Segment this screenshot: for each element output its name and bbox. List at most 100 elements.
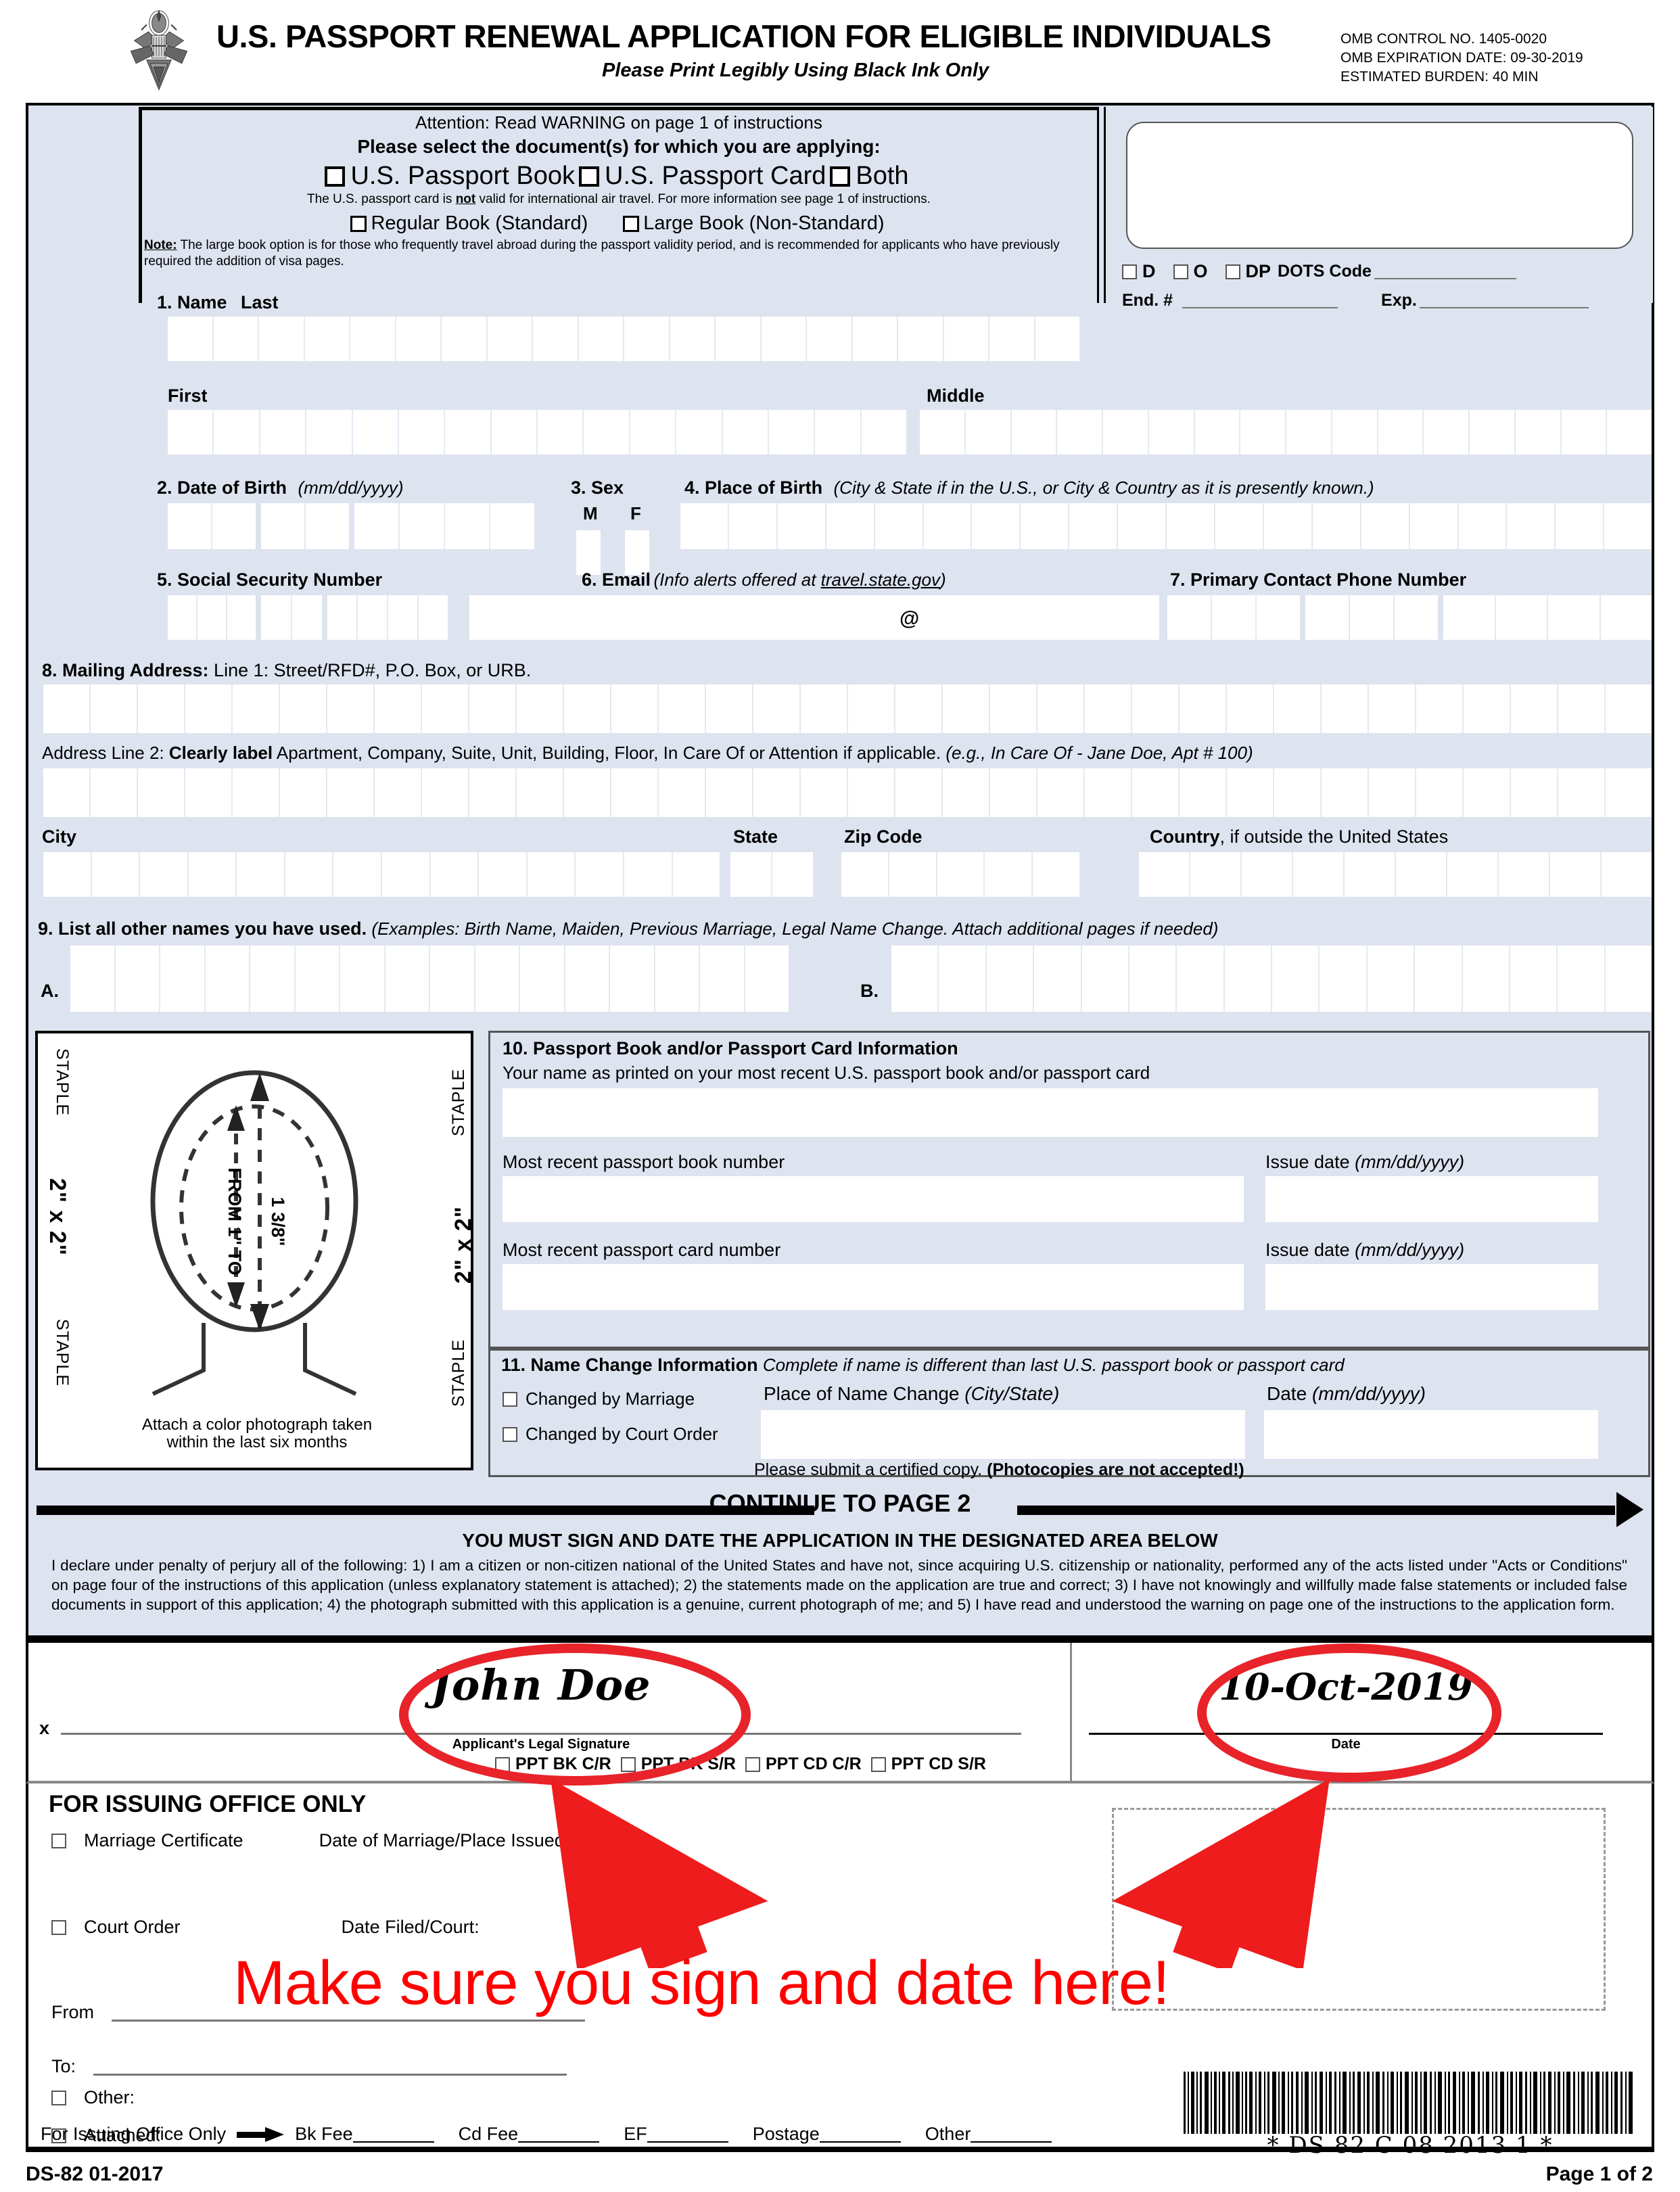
sex-female-box[interactable] [625,530,649,575]
declaration-text: I declare under penalty of perjury all o… [51,1557,1627,1613]
cd-fee-input[interactable] [518,2126,600,2143]
checkbox-marriage-certificate[interactable] [51,1833,66,1848]
card-note-emphasis: not [455,192,476,206]
estimated-burden: ESTIMATED BURDEN: 40 MIN [1340,69,1539,85]
card-number-input[interactable] [503,1264,1244,1310]
ssn-part2-input[interactable] [261,595,322,640]
ssn-part3-input[interactable] [327,595,448,640]
other-names-label: 9. List all other names you have used. (… [38,918,1218,939]
photo-caption: Attach a color photograph taken within t… [38,1416,476,1451]
checkbox-d[interactable] [1122,264,1137,279]
name-change-date-format: (mm/dd/yyyy) [1311,1383,1426,1404]
address-line1-input[interactable] [43,684,1652,733]
checkbox-passport-card[interactable] [579,166,600,187]
dob-label-group: 2. Date of Birth (mm/dd/yyyy) [157,477,403,498]
label-dp: DP [1245,261,1271,281]
card-issue-date-input[interactable] [1265,1264,1598,1310]
photo-size-left: 2" x 2" [45,1178,70,1256]
continue-to-page-2-text: CONTINUE TO PAGE 2 [709,1489,971,1517]
checkbox-changed-by-court-order[interactable] [503,1426,517,1442]
photo-caption-line2: within the last six months [166,1433,348,1451]
checkbox-other[interactable] [51,2090,66,2105]
to-input[interactable] [93,2058,567,2076]
email-hint-prefix: (Info alerts offered at [653,569,821,590]
other-name-b-input[interactable] [891,946,1652,1012]
checkbox-changed-by-marriage[interactable] [503,1391,517,1407]
sex-male-box[interactable] [576,530,601,575]
dob-month-input[interactable] [168,503,256,549]
checkbox-dp[interactable] [1225,264,1240,279]
continue-to-page-2-bar: CONTINUE TO PAGE 2 [37,1489,1643,1527]
place-of-name-change-input[interactable] [761,1410,1245,1459]
label-both: Both [856,162,909,190]
pob-input[interactable] [680,503,1652,549]
must-sign-notice: YOU MUST SIGN AND DATE THE APPLICATION I… [462,1530,1218,1551]
checkbox-both[interactable] [830,166,851,187]
checkbox-ppt-cd-sr[interactable] [870,1756,886,1772]
label-from: From [51,2002,94,2022]
dob-year-input[interactable] [354,503,534,549]
checkbox-regular-book[interactable] [350,215,367,232]
other-names-number: 9. List all other names you have used. [38,918,367,939]
name-change-date-label-group: Date (mm/dd/yyyy) [1267,1383,1426,1405]
great-seal-icon [130,9,188,91]
ssn-part1-input[interactable] [168,595,256,640]
dob-format-hint: (mm/dd/yyyy) [298,477,404,498]
phone-prefix-input[interactable] [1305,595,1438,640]
ssn-label: 5. Social Security Number [157,569,383,590]
zip-input[interactable] [841,852,1079,897]
other-name-a-input[interactable] [70,946,789,1012]
state-input[interactable] [730,852,813,897]
first-name-input[interactable] [168,410,906,454]
label-cd-fee: Cd Fee [458,2124,519,2144]
signature-x-marker: x [39,1718,50,1738]
last-name-input[interactable] [168,317,1079,361]
travel-state-gov-link[interactable]: travel.state.gov [821,569,940,590]
end-number-input[interactable] [1182,294,1338,308]
name-number-label: 1. Name [157,292,227,312]
dob-day-input[interactable] [261,503,349,549]
checkbox-passport-book[interactable] [325,166,346,187]
label-to: To: [51,2056,76,2076]
country-label: Country [1150,826,1220,847]
name-change-date-input[interactable] [1264,1410,1598,1459]
label-passport-card: U.S. Passport Card [605,162,826,190]
bk-fee-input[interactable] [352,2126,434,2143]
checkbox-court-order[interactable] [51,1919,66,1935]
barcode-text: * DS 82 C 08 2013 1 * [1267,2132,1554,2159]
mailing-address-line1-hint: Line 1: Street/RFD#, P.O. Box, or URB. [208,660,532,680]
phone-line-input[interactable] [1443,595,1652,640]
postage-input[interactable] [819,2126,901,2143]
phone-area-input[interactable] [1167,595,1300,640]
city-input[interactable] [43,852,720,897]
book-issue-date-input[interactable] [1265,1176,1598,1222]
country-label-group: Country, if outside the United States [1150,826,1448,847]
label-other-fee: Other [925,2124,971,2144]
passport-printed-name-input[interactable] [503,1088,1598,1137]
section-10-subtitle: Your name as printed on your most recent… [503,1063,1150,1083]
address-line2-input[interactable] [43,768,1652,817]
country-input[interactable] [1139,852,1652,897]
ef-input[interactable] [647,2126,728,2143]
endorsement-row: End. # Exp. [1122,291,1589,310]
checkbox-large-book[interactable] [623,215,640,232]
page-title: U.S. PASSPORT RENEWAL APPLICATION FOR EL… [216,18,1271,54]
label-court-order: Court Order [84,1917,181,1937]
photocopies-warning: (Photocopies are not accepted!) [987,1460,1244,1479]
other-name-a-label: A. [41,981,59,1001]
dots-code-input[interactable] [1374,264,1516,279]
book-number-input[interactable] [503,1176,1244,1222]
issuing-office-top-block: D O DP DOTS Code End. # Exp. [1104,107,1653,310]
email-input[interactable] [469,595,1159,640]
exp-input[interactable] [1419,294,1589,308]
card-number-label: Most recent passport card number [503,1240,781,1260]
passport-renewal-form-page: U.S. PASSPORT RENEWAL APPLICATION FOR EL… [0,0,1680,2192]
checkbox-o[interactable] [1173,264,1188,279]
red-annotation-note: Make sure you sign and date here! [233,1949,1170,2018]
book-issue-format: (mm/dd/yyyy) [1355,1152,1465,1172]
middle-name-input[interactable] [920,410,1652,454]
other-fee-input[interactable] [971,2126,1052,2143]
signature-pointer-arrow-icon [551,1778,768,1968]
dots-code-label: DOTS Code [1278,262,1372,281]
other-name-b-label: B. [860,981,879,1001]
